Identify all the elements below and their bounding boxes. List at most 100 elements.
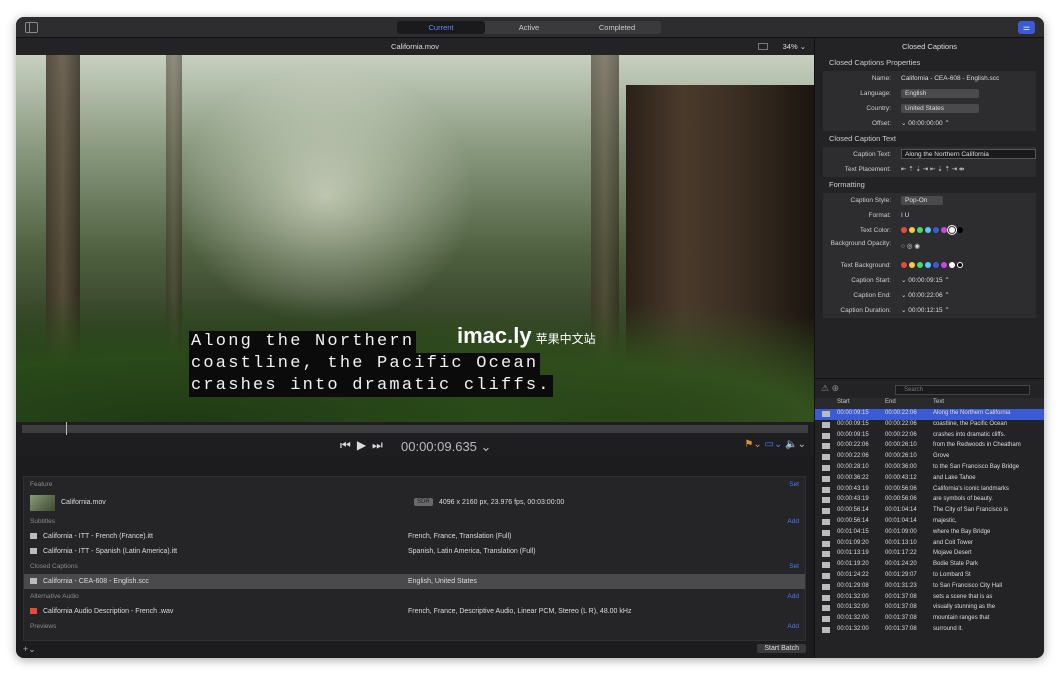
display-icon[interactable]: ▭⌄ — [765, 439, 783, 450]
column-header-end[interactable]: End — [885, 399, 896, 405]
table-row[interactable]: 00:01:04:15 00:01:09:00 where the Bay Brid… — [815, 528, 1044, 539]
play-icon[interactable]: ▶ — [357, 438, 372, 452]
color-swatch[interactable] — [957, 262, 963, 269]
tab-completed[interactable]: Completed — [573, 21, 661, 34]
color-swatch[interactable] — [901, 227, 907, 234]
row-start: 00:00:28:10 — [837, 463, 869, 470]
color-swatch[interactable] — [933, 262, 939, 269]
add-caption-icon[interactable]: ⊕ — [832, 383, 840, 393]
add-menu-icon[interactable]: +⌄ — [23, 644, 36, 655]
row-start: 00:01:24:22 — [837, 571, 869, 578]
row-start: 00:00:22:06 — [837, 442, 869, 449]
country-popup[interactable]: United States — [901, 104, 979, 113]
row-end: 00:01:24:20 — [885, 561, 917, 568]
caption-text-field[interactable]: Along the Northern California — [901, 149, 1036, 159]
tab-active[interactable]: Active — [485, 21, 573, 34]
color-swatch[interactable] — [941, 262, 947, 269]
warning-icon[interactable]: ⚠ — [821, 383, 829, 393]
color-swatch[interactable] — [901, 262, 907, 269]
row-start: 00:00:56:14 — [837, 507, 869, 514]
inspector-toggle-icon[interactable]: ⚌ — [1018, 21, 1035, 34]
column-header-start[interactable]: Start — [837, 399, 850, 405]
cc-set-button[interactable]: Set — [789, 559, 799, 574]
table-row[interactable]: 00:00:43:19 00:00:56:06 California's iconi… — [815, 485, 1044, 496]
color-swatch[interactable] — [949, 262, 955, 269]
table-row[interactable]: 00:01:32:00 00:01:37:08 visually stunning … — [815, 603, 1044, 614]
color-swatch[interactable] — [925, 227, 931, 234]
closed-caption-row[interactable]: California - CEA-608 - English.scc Englis… — [24, 574, 805, 589]
feature-name: California.mov — [61, 499, 106, 506]
table-row[interactable]: 00:01:32:00 00:01:37:08 surround it. — [815, 625, 1044, 636]
table-row[interactable]: 00:00:22:06 00:00:26:10 Grove — [815, 452, 1044, 463]
volume-icon[interactable]: 🔈⌄ — [785, 439, 806, 450]
offset-stepper[interactable]: ⌄ 00:00:00:00 ⌃ — [901, 116, 950, 131]
color-swatch[interactable] — [925, 262, 931, 269]
format-buttons[interactable]: I U — [901, 208, 909, 223]
color-swatch[interactable] — [933, 227, 939, 234]
marker-icon[interactable]: ⚑⌄ — [744, 439, 761, 450]
table-row[interactable]: 00:01:13:19 00:01:17:22 Mojave Desert — [815, 549, 1044, 560]
table-row[interactable]: 00:01:29:08 00:01:31:23 to San Francisco C… — [815, 582, 1044, 593]
color-swatch[interactable] — [909, 227, 915, 234]
playhead[interactable] — [66, 422, 67, 435]
column-header-text[interactable]: Text — [933, 399, 944, 405]
color-swatch[interactable] — [941, 227, 947, 234]
timecode-display[interactable]: 00:00:09.635 ⌄ — [401, 439, 491, 455]
table-row[interactable]: 00:00:22:06 00:00:26:10 from the Redwoods … — [815, 441, 1044, 452]
table-row[interactable]: 00:00:56:14 00:01:04:14 The City of San Fr… — [815, 506, 1044, 517]
timeline-bar[interactable] — [22, 425, 808, 433]
table-row[interactable]: 00:00:56:14 00:01:04:14 majestic, — [815, 517, 1044, 528]
sidebar-toggle-icon[interactable] — [25, 22, 38, 33]
caption-duration-stepper[interactable]: ⌄ 00:00:12:15 ⌃ — [901, 303, 950, 318]
table-row[interactable]: 00:00:28:10 00:00:36:00 to the San Francis… — [815, 463, 1044, 474]
text-bg-swatches[interactable] — [901, 258, 965, 273]
previews-add-button[interactable]: Add — [787, 619, 799, 634]
audio-row[interactable]: California Audio Description - French .w… — [24, 604, 805, 619]
caption-start-stepper[interactable]: ⌄ 00:00:09:15 ⌃ — [901, 273, 950, 288]
frame-icon[interactable] — [758, 43, 768, 50]
text-color-swatches[interactable] — [901, 223, 965, 238]
table-row[interactable]: 00:01:09:20 00:01:13:10 and Coit Tower — [815, 539, 1044, 550]
audio-add-button[interactable]: Add — [787, 589, 799, 604]
table-row[interactable]: 00:00:36:22 00:00:43:12 and Lake Tahoe — [815, 474, 1044, 485]
skip-back-icon[interactable]: ⏮ — [340, 438, 357, 452]
caption-end-stepper[interactable]: ⌄ 00:00:22:06 ⌃ — [901, 288, 950, 303]
row-start: 00:01:13:19 — [837, 550, 869, 557]
row-end: 00:00:26:10 — [885, 453, 917, 460]
tab-current[interactable]: Current — [397, 21, 485, 34]
color-swatch[interactable] — [957, 227, 963, 234]
zoom-popup[interactable]: 34% ⌄ — [783, 38, 806, 55]
color-swatch[interactable] — [917, 227, 923, 234]
table-row[interactable]: 00:01:32:00 00:01:37:08 sets a scene that … — [815, 593, 1044, 604]
skip-forward-icon[interactable]: ⏭ — [372, 438, 389, 452]
table-row[interactable]: 00:01:24:22 00:01:29:07 to Lombard St — [815, 571, 1044, 582]
caption-line: coastline, the Pacific Ocean — [189, 353, 541, 375]
search-input[interactable]: Search — [895, 385, 1030, 395]
caption-icon — [822, 616, 830, 623]
language-popup[interactable]: English — [901, 89, 979, 98]
caption-icon — [822, 562, 830, 569]
opacity-radio[interactable]: ○ ◎ ◉ — [901, 238, 920, 256]
subtitle-row[interactable]: California - ITT - Spanish (Latin Americ… — [24, 544, 805, 559]
table-row[interactable]: 00:00:09:15 00:00:22:06 coastline, the Pac… — [815, 420, 1044, 431]
row-end: 00:01:31:23 — [885, 582, 917, 589]
table-row[interactable]: 00:00:09:15 00:00:22:06 crashes into drama… — [815, 431, 1044, 442]
color-swatch[interactable] — [917, 262, 923, 269]
table-row[interactable]: 00:01:19:20 00:01:24:20 Bodie State Park — [815, 560, 1044, 571]
row-text: to the San Francisco Bay Bridge — [933, 463, 1020, 470]
subtitle-row[interactable]: California - ITT - French (France).itt Fr… — [24, 529, 805, 544]
feature-row[interactable]: California.mov SDR 4096 x 2160 px, 23.97… — [24, 492, 805, 514]
video-viewer[interactable]: Along the Northern coastline, the Pacifi… — [16, 55, 814, 422]
table-row[interactable]: 00:00:43:19 00:00:56:06 are symbols of bea… — [815, 495, 1044, 506]
color-swatch[interactable] — [947, 225, 957, 236]
table-row[interactable]: 00:01:32:00 00:01:37:08 mountain ranges th… — [815, 614, 1044, 625]
timeline-scrubber[interactable] — [16, 422, 814, 435]
table-row[interactable]: 00:00:09:15 00:00:22:06 Along the Northern… — [815, 409, 1044, 420]
feature-set-button[interactable]: Set — [789, 477, 799, 492]
color-swatch[interactable] — [909, 262, 915, 269]
placement-buttons[interactable]: ⇤ ⇡ ⇣ ⇥ ⇤ ⇣ ⇡ ⇥ ⇹ — [901, 162, 964, 177]
subtitles-add-button[interactable]: Add — [787, 514, 799, 529]
start-batch-button[interactable]: Start Batch — [757, 644, 806, 653]
caption-icon — [822, 508, 830, 515]
style-popup[interactable]: Pop-On — [901, 196, 943, 205]
